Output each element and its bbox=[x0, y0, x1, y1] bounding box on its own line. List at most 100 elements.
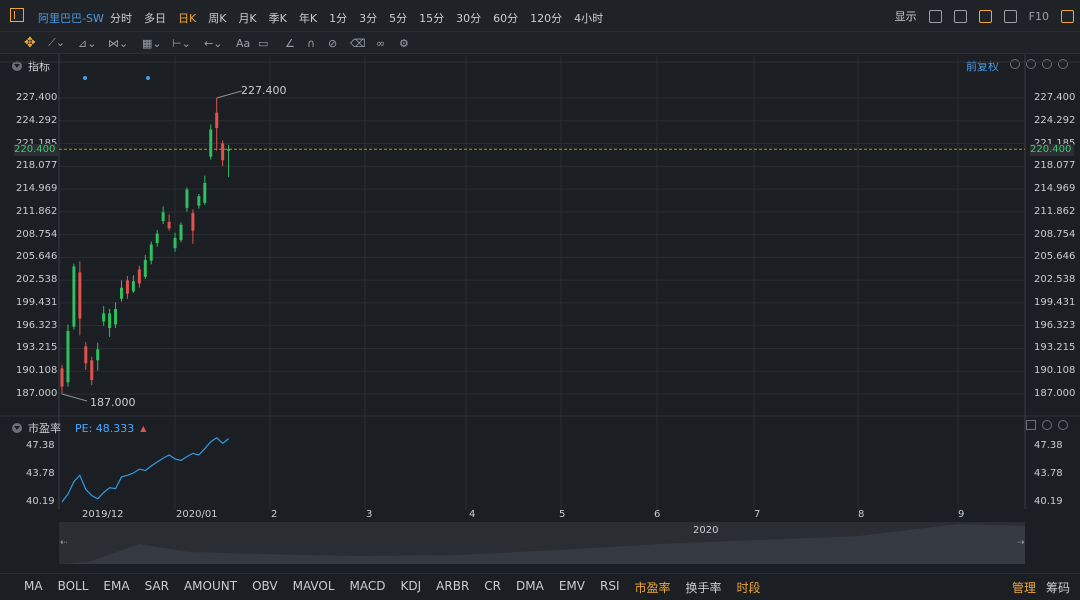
indicator-tab[interactable]: 换手率 bbox=[686, 579, 722, 596]
move-tool-icon[interactable]: ✥ bbox=[24, 35, 36, 51]
period-tab[interactable]: 周K bbox=[208, 10, 226, 26]
candle-body bbox=[90, 360, 94, 381]
period-tab[interactable]: 月K bbox=[238, 10, 256, 26]
price-tick-label: 193.215 bbox=[1034, 342, 1076, 354]
period-tab[interactable]: 30分 bbox=[456, 10, 481, 26]
period-tab[interactable]: 15分 bbox=[419, 10, 444, 26]
ruler-icon[interactable]: ∠ bbox=[285, 36, 295, 50]
indicator-tab[interactable]: SAR bbox=[145, 579, 169, 596]
price-tick-label: 199.431 bbox=[16, 296, 58, 308]
chips-button[interactable]: 筹码 bbox=[1046, 579, 1070, 596]
polyline-tool-icon[interactable]: ⋈⌄ bbox=[108, 36, 128, 50]
candle-body bbox=[131, 281, 135, 292]
period-tab[interactable]: 季K bbox=[269, 10, 287, 26]
navigator-area bbox=[59, 524, 1025, 564]
candle-body bbox=[125, 280, 129, 294]
price-tick-label: 218.077 bbox=[16, 160, 58, 172]
pe-tick-label: 40.19 bbox=[26, 496, 55, 507]
indicator-tab[interactable]: MAVOL bbox=[293, 579, 335, 596]
candle-body bbox=[173, 237, 177, 249]
period-tab[interactable]: 5分 bbox=[389, 10, 407, 26]
indicator-tab[interactable]: AMOUNT bbox=[184, 579, 237, 596]
f10-button[interactable]: F10 bbox=[1029, 10, 1049, 23]
indicator-tab[interactable]: 市盈率 bbox=[634, 579, 670, 596]
navigator-right-handle[interactable]: ⇢ bbox=[1017, 538, 1025, 548]
indicator-tab[interactable]: MA bbox=[24, 579, 43, 596]
expand-icon[interactable] bbox=[1026, 420, 1036, 430]
link-icon[interactable]: ∞ bbox=[376, 36, 385, 50]
checkbox-icon[interactable] bbox=[928, 9, 942, 23]
time-tick-label: 2020/01 bbox=[176, 509, 218, 520]
candle-body bbox=[137, 269, 141, 284]
indicator-tab[interactable]: 时段 bbox=[737, 579, 761, 596]
price-tick-label: 202.538 bbox=[16, 274, 58, 286]
period-tab[interactable]: 多日 bbox=[144, 10, 166, 26]
candlestick-chart[interactable] bbox=[0, 54, 1080, 574]
period-tab[interactable]: 3分 bbox=[359, 10, 377, 26]
price-tick-label: 205.646 bbox=[16, 251, 58, 263]
pencil-icon[interactable] bbox=[978, 9, 992, 23]
indicator-tab[interactable]: DMA bbox=[516, 579, 544, 596]
text-tool[interactable]: Aa bbox=[236, 36, 250, 50]
candle-body bbox=[96, 349, 100, 361]
candle-body bbox=[149, 244, 153, 261]
delete-icon[interactable]: ⌫ bbox=[350, 36, 366, 50]
period-tab[interactable]: 年K bbox=[299, 10, 317, 26]
price-tick-label: 214.969 bbox=[1034, 183, 1076, 195]
time-tick-label: 7 bbox=[754, 509, 761, 520]
indicator-tab[interactable]: ARBR bbox=[436, 579, 469, 596]
candle-body bbox=[143, 259, 147, 277]
candle-body bbox=[221, 143, 225, 161]
period-tab[interactable]: 1分 bbox=[329, 10, 347, 26]
time-navigator[interactable]: ⇠ ⇢ 2020 bbox=[59, 522, 1025, 564]
ray-tool-icon[interactable]: ⊿⌄ bbox=[78, 36, 96, 50]
candle-body bbox=[161, 212, 165, 222]
collapse-icon[interactable] bbox=[12, 423, 22, 433]
measure-tool-icon[interactable]: ⊢⌄ bbox=[172, 36, 191, 50]
indicator-tab[interactable]: EMA bbox=[103, 579, 129, 596]
pe-tick-label: 40.19 bbox=[1034, 496, 1063, 507]
stock-symbol[interactable]: 阿里巴巴-SW bbox=[38, 10, 104, 26]
low-price-label: 187.000 bbox=[90, 396, 136, 409]
price-tick-label: 224.292 bbox=[1034, 114, 1076, 126]
arrow-tool-icon[interactable]: ←⌄ bbox=[204, 36, 222, 50]
display-dropdown[interactable]: 显示 bbox=[895, 8, 917, 24]
candle-body bbox=[108, 313, 112, 329]
close-icon[interactable] bbox=[1042, 420, 1052, 430]
period-tab[interactable]: 日K bbox=[178, 10, 196, 26]
period-tab[interactable]: 4小时 bbox=[574, 10, 603, 26]
line-tool-icon[interactable]: ⟋⌄ bbox=[48, 36, 65, 50]
candle-body bbox=[203, 182, 207, 203]
period-tab[interactable]: 60分 bbox=[493, 10, 518, 26]
fullscreen-icon[interactable] bbox=[1003, 9, 1017, 23]
settings-icon[interactable]: ⚙ bbox=[399, 36, 409, 50]
candle-body bbox=[155, 233, 159, 244]
candle-body bbox=[120, 287, 123, 299]
pe-value: PE: 48.333 bbox=[75, 421, 135, 435]
price-tick-label: 187.000 bbox=[1034, 388, 1076, 399]
time-tick-label: 4 bbox=[469, 509, 476, 520]
sidebar-toggle-icon[interactable] bbox=[10, 8, 24, 22]
manage-button[interactable]: 管理 bbox=[1012, 579, 1036, 596]
magnet-icon[interactable]: ∩ bbox=[307, 36, 315, 50]
period-tab[interactable]: 120分 bbox=[530, 10, 562, 26]
fib-tool-icon[interactable]: ▦⌄ bbox=[142, 36, 162, 50]
indicator-tab[interactable]: MACD bbox=[350, 579, 386, 596]
candle-body bbox=[185, 189, 189, 208]
indicator-tab[interactable]: EMV bbox=[559, 579, 585, 596]
price-tick-label: 205.646 bbox=[1034, 251, 1076, 263]
indicator-tab[interactable]: KDJ bbox=[401, 579, 422, 596]
indicator-tab[interactable]: CR bbox=[484, 579, 501, 596]
time-tick-label: 2 bbox=[271, 509, 278, 520]
indicator-tab[interactable]: BOLL bbox=[58, 579, 89, 596]
panel-settings-icon[interactable] bbox=[1058, 420, 1068, 430]
price-tick-label: 227.400 bbox=[1034, 92, 1076, 103]
navigator-left-handle[interactable]: ⇠ bbox=[60, 538, 68, 548]
period-tab[interactable]: 分时 bbox=[110, 10, 132, 26]
hide-icon[interactable]: ⊘ bbox=[328, 36, 337, 50]
indicator-tab[interactable]: OBV bbox=[252, 579, 278, 596]
comment-tool-icon[interactable]: ▭ bbox=[258, 36, 268, 50]
panel-toggle-icon[interactable] bbox=[1061, 9, 1074, 23]
indicator-tab[interactable]: RSI bbox=[600, 579, 620, 596]
camera-icon[interactable] bbox=[953, 9, 967, 23]
